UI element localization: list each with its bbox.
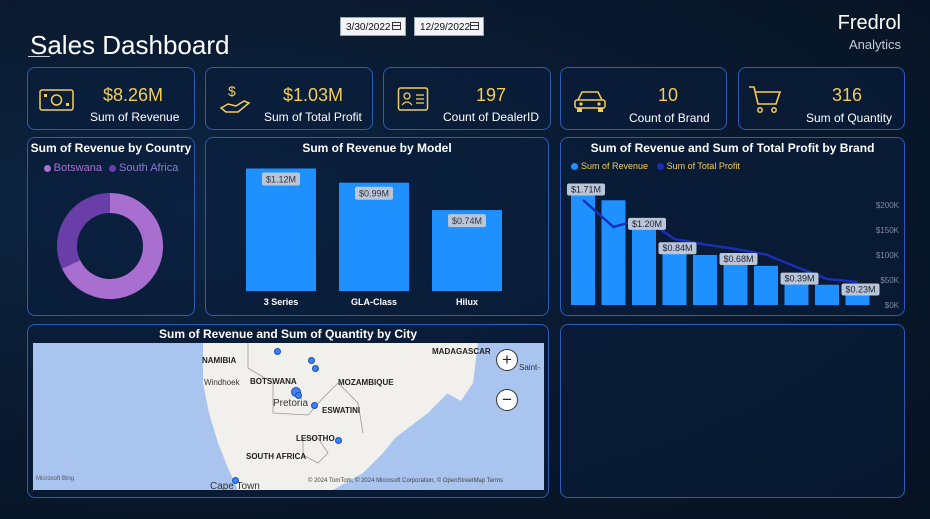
y2-tick-label: $100K: [876, 251, 900, 260]
chart-legend: Botswana South Africa: [28, 162, 194, 174]
chart-title: Sum of Revenue by Country: [30, 141, 192, 155]
zoom-out-button[interactable]: −: [496, 389, 518, 411]
kpi-label: Sum of Quantity: [806, 111, 893, 125]
kpi-value: 197: [476, 85, 507, 105]
city-map[interactable]: NAMIBIA Windhoek BOTSWANA MOZAMBIQUE Pre…: [33, 343, 544, 490]
city-marker[interactable]: [295, 392, 302, 399]
city-marker[interactable]: [308, 357, 315, 364]
chart-title: Sum of Revenue and Sum of Quantity by Ci…: [158, 327, 418, 341]
end-date-input[interactable]: 12/29/2022: [414, 17, 484, 36]
kpi-value: 316: [832, 85, 863, 105]
bar[interactable]: [632, 223, 656, 305]
map-label: BOTSWANA: [250, 377, 297, 386]
page-title: Sales Dashboard: [30, 30, 230, 60]
map-label: MADAGASCAR: [432, 347, 491, 356]
map-landmass: [203, 343, 478, 490]
city-marker[interactable]: [335, 437, 342, 444]
data-label: $1.71M: [571, 184, 601, 194]
kpi-value: 10: [658, 85, 679, 105]
chart-title: Sum of Revenue by Model: [302, 141, 452, 155]
id-card-icon: [397, 87, 429, 111]
start-date-input[interactable]: 3/30/2022: [340, 17, 406, 36]
kpi-card-brand[interactable]: 10 Count of Brand: [560, 67, 727, 130]
kpi-label: Count of DealerID: [443, 110, 540, 124]
map-label: MOZAMBIQUE: [338, 378, 394, 387]
legend-label: South Africa: [119, 162, 179, 174]
legend-swatch: [43, 164, 51, 172]
kpi-card-dealer[interactable]: 197 Count of DealerID: [383, 67, 551, 130]
category-label: Hilux: [456, 297, 478, 307]
data-label: $0.39M: [784, 274, 814, 284]
y2-tick-label: $50K: [880, 276, 899, 285]
data-label: $1.12M: [266, 175, 296, 185]
kpi-card-profit[interactable]: $ $1.03M Sum of Total Profit: [205, 67, 373, 130]
data-label: $0.74M: [452, 216, 482, 226]
svg-text:$: $: [228, 83, 236, 99]
cart-icon: [749, 86, 782, 113]
kpi-value: $1.03M: [283, 85, 344, 105]
car-icon: [574, 91, 606, 112]
hand-dollar-icon: $: [219, 83, 251, 113]
map-label: SOUTH AFRICA: [246, 452, 307, 461]
calendar-icon[interactable]: [392, 22, 401, 30]
empty-panel: [560, 324, 905, 498]
title-underline: [28, 56, 50, 57]
bar[interactable]: [693, 255, 717, 305]
data-label: $1.20M: [632, 219, 662, 229]
calendar-icon[interactable]: [470, 22, 479, 30]
map-label: Saint-: [519, 363, 540, 372]
cash-icon: [39, 89, 74, 111]
donut-chart[interactable]: [28, 176, 194, 316]
kpi-card-quantity[interactable]: 316 Sum of Quantity: [738, 67, 905, 130]
data-label: $0.68M: [723, 254, 753, 264]
revenue-profit-by-brand-panel[interactable]: Sum of Revenue and Sum of Total Profit b…: [560, 137, 905, 316]
bing-logo: Microsoft Bing: [36, 476, 75, 482]
revenue-by-country-panel[interactable]: Sum of Revenue by Country Botswana South…: [27, 137, 195, 316]
chart-title: Sum of Revenue and Sum of Total Profit b…: [590, 141, 875, 155]
model-bar-chart[interactable]: $1.12M 3 Series $0.99M GLA-Class $0.74M Hilux: [206, 156, 548, 314]
map-label: NAMIBIA: [202, 356, 237, 365]
bar[interactable]: [754, 265, 778, 305]
map-label: LESOTHO: [296, 434, 335, 443]
data-label: $0.84M: [662, 243, 692, 253]
map-label: Windhoek: [204, 378, 240, 387]
bar[interactable]: [601, 200, 626, 305]
city-marker[interactable]: [274, 348, 281, 355]
brand-subtitle: Analytics: [848, 37, 901, 52]
legend-label: Botswana: [53, 162, 102, 174]
end-date-value: 12/29/2022: [420, 22, 471, 33]
brand-block: Fredrol Analytics: [838, 12, 901, 52]
bar[interactable]: [246, 168, 316, 292]
category-label: GLA-Class: [351, 297, 397, 307]
brand-combo-chart[interactable]: $1.71M $1.20M $0.84M $0.68M $0.39M $0.23M $200…: [561, 168, 904, 318]
map-label: Pretoria: [273, 398, 309, 409]
category-label: 3 Series: [264, 297, 299, 307]
legend-swatch: [109, 164, 117, 172]
bar[interactable]: [662, 248, 687, 305]
kpi-label: Sum of Total Profit: [264, 110, 362, 124]
city-marker[interactable]: [311, 402, 318, 409]
kpi-card-revenue[interactable]: $8.26M Sum of Revenue: [27, 67, 195, 130]
donut-slice[interactable]: [57, 193, 111, 269]
y2-tick-label: $200K: [876, 201, 900, 210]
map-label: ESWATINI: [322, 406, 361, 415]
kpi-value: $8.26M: [103, 85, 164, 105]
y2-tick-label: $0K: [885, 301, 900, 310]
data-label: $0.23M: [845, 284, 875, 294]
zoom-in-button[interactable]: +: [496, 349, 518, 371]
brand-name: Fredrol: [837, 12, 901, 34]
bar[interactable]: [723, 259, 748, 305]
kpi-label: Count of Brand: [629, 111, 710, 125]
kpi-label: Sum of Revenue: [90, 110, 180, 124]
y2-tick-label: $150K: [876, 226, 900, 235]
city-marker[interactable]: [312, 365, 319, 372]
revenue-by-model-panel[interactable]: Sum of Revenue by Model $1.12M 3 Series $0…: [205, 137, 549, 316]
start-date-value: 3/30/2022: [346, 22, 391, 33]
city-marker[interactable]: [232, 477, 239, 484]
bar[interactable]: [815, 284, 839, 305]
data-label: $0.99M: [359, 189, 389, 199]
map-attribution[interactable]: © 2024 TomTom, © 2024 Microsoft Corporat…: [308, 478, 503, 484]
